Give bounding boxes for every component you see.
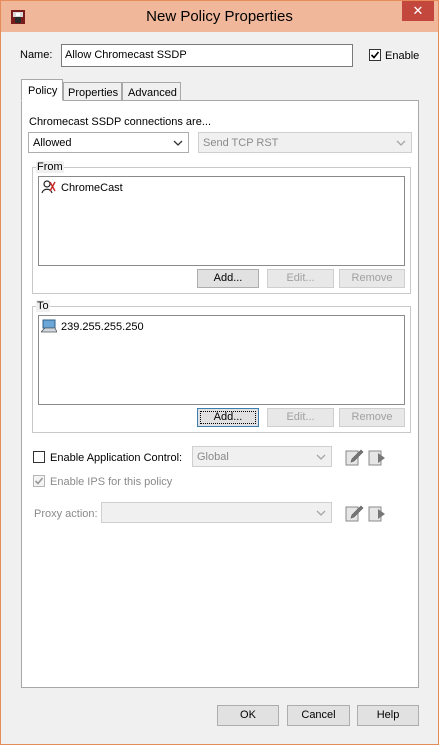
chevron-down-icon	[173, 140, 183, 146]
dialog-window: New Policy Properties ✕ Name: Allow Chro…	[0, 0, 439, 745]
user-group-icon	[41, 180, 56, 194]
window-title: New Policy Properties	[146, 8, 293, 25]
name-label: Name:	[20, 49, 53, 61]
send-tcp-rst-select[interactable]: Send TCP RST	[198, 132, 412, 153]
from-add-button[interactable]: Add...	[197, 269, 259, 288]
close-icon[interactable]: ✕	[413, 3, 424, 18]
from-list[interactable]: ChromeCast	[38, 176, 405, 266]
app-control-value: Global	[197, 451, 229, 463]
list-item[interactable]: ChromeCast	[41, 179, 241, 197]
chevron-down-icon	[396, 140, 406, 146]
to-add-button-label: Add...	[213, 411, 243, 423]
app-control-label: Enable Application Control:	[50, 452, 183, 464]
ips-checkbox[interactable]	[33, 475, 45, 487]
connection-action-value: Allowed	[33, 137, 72, 149]
to-edit-button[interactable]: Edit...	[267, 408, 334, 427]
from-group-title: From	[36, 161, 64, 173]
edit-proxy-icon[interactable]	[344, 503, 364, 523]
connections-label: Chromecast SSDP connections are...	[29, 116, 211, 128]
from-remove-button[interactable]: Remove	[339, 269, 405, 288]
close-button[interactable]: ✕	[402, 1, 434, 21]
app-control-select[interactable]: Global	[192, 446, 332, 467]
chevron-down-icon	[316, 454, 326, 460]
clone-action-icon[interactable]	[367, 447, 387, 467]
title-bar[interactable]: New Policy Properties ✕	[1, 1, 438, 32]
to-list[interactable]: 239.255.255.250	[38, 315, 405, 405]
tab-policy[interactable]: Policy	[21, 79, 63, 101]
ips-label: Enable IPS for this policy	[50, 476, 173, 488]
tab-policy-label: Policy	[28, 85, 58, 97]
name-input-value: Allow Chromecast SSDP	[65, 49, 187, 61]
name-input[interactable]: Allow Chromecast SSDP	[61, 44, 353, 67]
to-group-title: To	[36, 300, 50, 312]
clone-proxy-icon[interactable]	[367, 503, 387, 523]
chevron-down-icon	[316, 510, 326, 516]
to-item-label: 239.255.255.250	[61, 321, 144, 333]
enable-label: Enable	[385, 50, 420, 62]
from-item-label: ChromeCast	[61, 182, 123, 194]
help-button[interactable]: Help	[357, 705, 419, 726]
to-add-button[interactable]: Add...	[197, 408, 259, 427]
to-remove-button[interactable]: Remove	[339, 408, 405, 427]
checkmark-icon	[370, 51, 380, 59]
ok-button[interactable]: OK	[217, 705, 279, 726]
tab-properties[interactable]: Properties	[63, 82, 122, 101]
list-item[interactable]: 239.255.255.250	[41, 318, 241, 336]
proxy-action-label: Proxy action:	[34, 508, 98, 520]
host-computer-icon	[41, 319, 57, 333]
connection-action-select[interactable]: Allowed	[28, 132, 189, 153]
tab-properties-label: Properties	[68, 87, 119, 99]
app-control-checkbox[interactable]	[33, 451, 45, 463]
edit-action-icon[interactable]	[344, 447, 364, 467]
checkmark-icon	[34, 477, 44, 485]
proxy-action-select[interactable]	[101, 502, 332, 523]
enable-checkbox[interactable]	[369, 49, 381, 61]
cancel-button[interactable]: Cancel	[287, 705, 350, 726]
from-edit-button[interactable]: Edit...	[267, 269, 334, 288]
send-tcp-rst-value: Send TCP RST	[203, 137, 279, 149]
tab-advanced[interactable]: Advanced	[122, 82, 181, 101]
tab-advanced-label: Advanced	[128, 87, 177, 99]
